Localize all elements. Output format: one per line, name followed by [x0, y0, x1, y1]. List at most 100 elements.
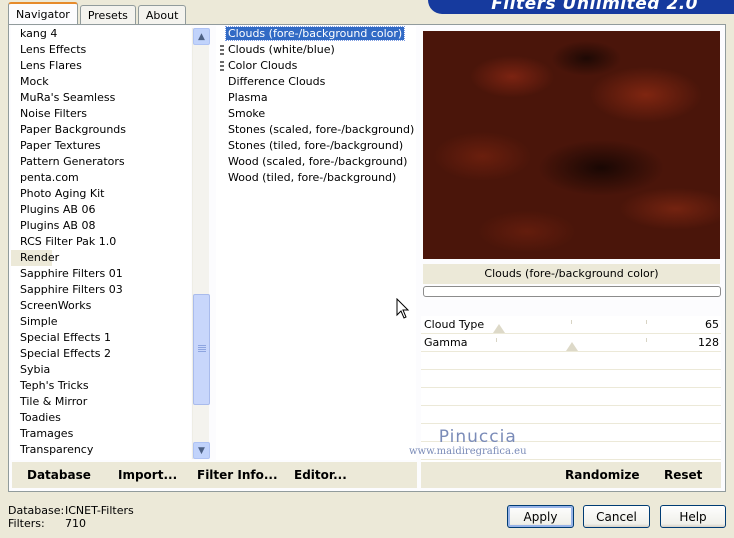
category-item[interactable]: Paper Textures — [11, 138, 191, 154]
category-list[interactable]: kang 4 Lens Effects Lens Flares Mock MuRa's … — [11, 26, 191, 460]
category-item[interactable]: Render — [11, 250, 59, 266]
filters-count-label: Filters: — [8, 517, 45, 530]
tab-strip: Navigator Presets About — [8, 2, 188, 24]
category-item[interactable]: Pattern Generators — [11, 154, 191, 170]
filter-item-label: Clouds (white/blue) — [228, 43, 335, 56]
chevron-down-icon: ▼ — [198, 445, 205, 456]
scroll-up-button[interactable]: ▲ — [193, 28, 210, 45]
filter-item[interactable]: Color Clouds — [216, 58, 416, 74]
slider-tick — [646, 320, 647, 324]
preview-image — [423, 31, 720, 259]
list-toolbar: Database Import... Filter Info... Editor… — [12, 462, 417, 488]
randomize-button[interactable]: Randomize — [565, 468, 639, 482]
filter-item-label: Smoke — [228, 107, 266, 120]
database-label: Database: — [8, 504, 65, 517]
slider-value: 65 — [705, 318, 719, 331]
empty-slider-row — [421, 442, 721, 460]
category-item[interactable]: Sapphire Filters 01 — [11, 266, 191, 282]
tab-presets[interactable]: Presets — [79, 5, 136, 24]
filter-item[interactable]: Wood (scaled, fore-/background) — [216, 154, 416, 170]
filter-item[interactable]: Stones (scaled, fore-/background) — [216, 122, 416, 138]
category-item[interactable]: Simple — [11, 314, 191, 330]
category-item[interactable]: Paper Backgrounds — [11, 122, 191, 138]
filter-info-button[interactable]: Filter Info... — [197, 468, 278, 482]
empty-slider-row — [421, 370, 721, 388]
slider-tick — [496, 338, 497, 342]
category-item[interactable]: Plugins AB 06 — [11, 202, 191, 218]
category-item[interactable]: Tile & Mirror — [11, 394, 191, 410]
chevron-up-icon: ▲ — [198, 31, 205, 42]
category-item[interactable]: penta.com — [11, 170, 191, 186]
filters-count-value: 710 — [65, 517, 86, 530]
slider-tick — [646, 338, 647, 342]
filter-item[interactable]: Wood (tiled, fore-/background) — [216, 170, 416, 186]
category-item[interactable]: Lens Flares — [11, 58, 191, 74]
category-item[interactable]: Transparency — [11, 442, 191, 458]
tab-navigator[interactable]: Navigator — [8, 2, 78, 24]
category-item[interactable]: Lens Effects — [11, 42, 191, 58]
empty-slider-row — [421, 424, 721, 442]
filter-item-label: Wood (tiled, fore-/background) — [228, 171, 397, 184]
category-item[interactable]: Special Effects 2 — [11, 346, 191, 362]
category-item[interactable]: Noise Filters — [11, 106, 191, 122]
filter-item-label: Stones (scaled, fore-/background) — [228, 123, 415, 136]
banner-title: Filters Unlimited 2.0 — [491, 0, 698, 14]
cancel-button[interactable]: Cancel — [583, 505, 650, 528]
slider-knob[interactable] — [493, 324, 505, 333]
filter-item-label: Stones (tiled, fore-/background) — [228, 139, 404, 152]
preview-filter-name: Clouds (fore-/background color) — [423, 264, 720, 284]
scroll-down-button[interactable]: ▼ — [193, 442, 210, 459]
drag-grip-icon — [220, 45, 224, 56]
empty-slider-row — [421, 352, 721, 370]
database-button[interactable]: Database — [27, 468, 91, 482]
category-item[interactable]: kang 4 — [11, 26, 191, 42]
drag-grip-icon — [220, 61, 224, 72]
filter-item-label: Plasma — [228, 91, 268, 104]
slider-knob[interactable] — [566, 342, 578, 351]
slider-cloud-type[interactable]: Cloud Type 65 — [421, 316, 721, 334]
category-scrollbar[interactable]: ▲ ▼ — [192, 28, 210, 459]
category-item[interactable]: Teph's Tricks — [11, 378, 191, 394]
parameter-sliders: Cloud Type 65 Gamma 128 — [421, 316, 721, 478]
category-item[interactable]: Mock — [11, 74, 191, 90]
filter-item-label: Difference Clouds — [228, 75, 326, 88]
category-item[interactable]: Plugins AB 08 — [11, 218, 191, 234]
category-item[interactable]: Tramages — [11, 426, 191, 442]
tab-about[interactable]: About — [137, 5, 187, 24]
progress-bar — [423, 286, 721, 297]
slider-label: Gamma — [424, 336, 468, 349]
param-toolbar: Randomize Reset — [421, 462, 721, 488]
filter-item-label: Color Clouds — [228, 59, 298, 72]
filter-item[interactable]: Clouds (fore-/background color) — [216, 26, 416, 42]
apply-button[interactable]: Apply — [507, 505, 574, 528]
category-item[interactable]: Photo Aging Kit — [11, 186, 191, 202]
database-info: Database:ICNET-Filters Filters: 710 — [8, 504, 134, 530]
empty-slider-row — [421, 388, 721, 406]
filter-item[interactable]: Clouds (white/blue) — [216, 42, 416, 58]
help-button[interactable]: Help — [660, 505, 726, 528]
category-item[interactable]: Toadies — [11, 410, 191, 426]
filter-list[interactable]: Clouds (fore-/background color) Clouds (w… — [216, 26, 416, 460]
slider-value: 128 — [698, 336, 719, 349]
filter-item-label: Wood (scaled, fore-/background) — [228, 155, 408, 168]
category-item[interactable]: Sybia — [11, 362, 191, 378]
scroll-thumb[interactable] — [193, 294, 210, 405]
grip-icon — [198, 345, 206, 352]
reset-button[interactable]: Reset — [664, 468, 702, 482]
filter-item[interactable]: Stones (tiled, fore-/background) — [216, 138, 416, 154]
category-item[interactable]: RCS Filter Pak 1.0 — [11, 234, 191, 250]
filter-item[interactable]: Plasma — [216, 90, 416, 106]
category-item[interactable]: Sapphire Filters 03 — [11, 282, 191, 298]
database-value: ICNET-Filters — [65, 504, 134, 517]
import-button[interactable]: Import... — [118, 468, 177, 482]
slider-label: Cloud Type — [424, 318, 485, 331]
empty-slider-row — [421, 406, 721, 424]
filter-item[interactable]: Difference Clouds — [216, 74, 416, 90]
category-item[interactable]: ScreenWorks — [11, 298, 191, 314]
slider-gamma[interactable]: Gamma 128 — [421, 334, 721, 352]
mouse-cursor-icon — [396, 298, 410, 319]
filter-item[interactable]: Smoke — [216, 106, 416, 122]
editor-button[interactable]: Editor... — [294, 468, 347, 482]
category-item[interactable]: Special Effects 1 — [11, 330, 191, 346]
category-item[interactable]: MuRa's Seamless — [11, 90, 191, 106]
